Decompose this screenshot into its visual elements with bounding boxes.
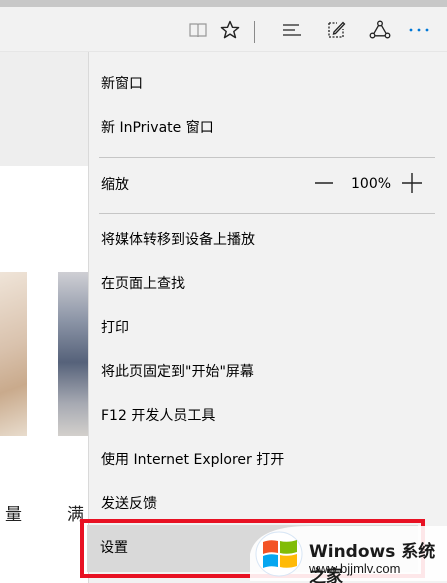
more-icon[interactable] — [403, 14, 435, 46]
web-note-icon[interactable] — [320, 14, 352, 46]
article-thumbnail-left[interactable] — [0, 272, 27, 436]
menu-item-new-inprivate-window[interactable]: 新 InPrivate 窗口 — [101, 117, 214, 139]
menu-item-zoom-label: 缩放 — [101, 177, 129, 193]
menu-item-f12-dev-tools[interactable]: F12 开发人员工具 — [101, 405, 215, 427]
menu-item-print[interactable]: 打印 — [101, 317, 129, 339]
menu-item-open-with-ie[interactable]: 使用 Internet Explorer 打开 — [101, 449, 284, 471]
menu-divider — [99, 157, 435, 158]
windows-logo-icon — [263, 540, 297, 568]
window-top-edge — [0, 0, 447, 7]
watermark-site: www.bjjmlv.com — [309, 561, 401, 576]
browser-toolbar — [0, 7, 447, 52]
zoom-out-button[interactable] — [313, 172, 335, 194]
article-thumbnail-right[interactable] — [58, 272, 90, 436]
menu-item-pin-to-start[interactable]: 将此页固定到"开始"屏幕 — [101, 361, 254, 383]
watermark: Windows 系统之家 www.bjjmlv.com — [250, 524, 447, 583]
hub-icon[interactable] — [276, 14, 308, 46]
favorite-star-icon[interactable] — [214, 14, 246, 46]
zoom-level-value: 100% — [351, 176, 392, 192]
share-icon[interactable] — [364, 14, 396, 46]
article-caption-left: 量 — [5, 505, 22, 525]
menu-item-cast-media[interactable]: 将媒体转移到设备上播放 — [101, 229, 255, 251]
more-actions-menu: 新窗口 新 InPrivate 窗口 缩放 100% 将媒体转移到设备上播放 在… — [88, 52, 447, 583]
reading-view-icon[interactable] — [182, 14, 214, 46]
toolbar-separator — [254, 21, 255, 43]
menu-item-find-on-page[interactable]: 在页面上查找 — [101, 273, 185, 295]
menu-item-send-feedback[interactable]: 发送反馈 — [101, 493, 157, 515]
zoom-in-button[interactable] — [401, 172, 423, 194]
watermark-brand: Windows 系统之家 — [309, 542, 436, 583]
menu-divider — [99, 213, 435, 214]
menu-item-new-window[interactable]: 新窗口 — [101, 73, 143, 95]
